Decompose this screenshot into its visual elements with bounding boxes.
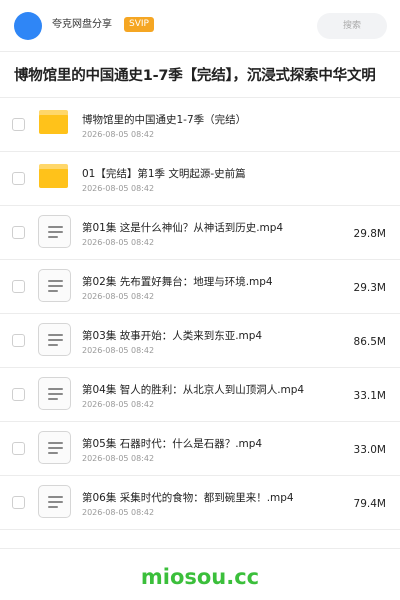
row-checkbox[interactable] [12, 226, 25, 239]
item-size: 79.4M [353, 498, 386, 510]
row-checkbox[interactable] [12, 496, 25, 509]
search-input[interactable]: 搜索 [317, 13, 387, 39]
row-checkbox[interactable] [12, 442, 25, 455]
row-checkbox[interactable] [12, 280, 25, 293]
item-size: 86.5M [353, 336, 386, 348]
row-checkbox[interactable] [12, 118, 25, 131]
item-date: 2026-08-05 08:42 [82, 238, 155, 247]
item-name: 第01集 这是什么神仙？从神话到历史.mp4 [82, 222, 284, 234]
video-file-icon [38, 215, 71, 248]
item-date: 2026-08-05 08:42 [82, 292, 155, 301]
item-date: 2026-08-05 08:42 [82, 184, 155, 193]
item-name: 第02集 先布置好舞台：地理与环境.mp4 [82, 276, 273, 288]
list-item[interactable]: 第05集 石器时代：什么是石器？.mp4 2026-08-05 08:42 33… [0, 422, 400, 476]
title-bar: 博物馆里的中国通史1-7季【完结】，沉浸式探索中华文明 [0, 52, 400, 98]
item-name: 第03集 故事开始：人类来到东亚.mp4 [82, 330, 263, 342]
list-item[interactable]: 第06集 采集时代的食物：都到碗里来！.mp4 2026-08-05 08:42… [0, 476, 400, 530]
list-item[interactable]: 01【完结】第1季 文明起源-史前篇 2026-08-05 08:42 [0, 152, 400, 206]
item-date: 2026-08-05 08:42 [82, 454, 155, 463]
item-name: 第04集 智人的胜利：从北京人到山顶洞人.mp4 [82, 384, 305, 396]
file-list: 博物馆里的中国通史1-7季（完结） 2026-08-05 08:42 01【完结… [0, 98, 400, 530]
item-size: 29.8M [353, 228, 386, 240]
item-date: 2026-08-05 08:42 [82, 508, 155, 517]
list-item[interactable]: 第02集 先布置好舞台：地理与环境.mp4 2026-08-05 08:42 2… [0, 260, 400, 314]
video-file-icon [38, 485, 71, 518]
item-size: 29.3M [353, 282, 386, 294]
list-item[interactable]: 博物馆里的中国通史1-7季（完结） 2026-08-05 08:42 [0, 98, 400, 152]
item-date: 2026-08-05 08:42 [82, 346, 155, 355]
folder-icon [39, 164, 68, 188]
svip-badge: SVIP [124, 17, 154, 32]
item-date: 2026-08-05 08:42 [82, 400, 155, 409]
footer-brand: miosou.cc [140, 565, 260, 589]
video-file-icon [38, 431, 71, 464]
item-name: 第05集 石器时代：什么是石器？.mp4 [82, 438, 263, 450]
video-file-icon [38, 269, 71, 302]
avatar[interactable] [14, 12, 42, 40]
list-item[interactable]: 第01集 这是什么神仙？从神话到历史.mp4 2026-08-05 08:42 … [0, 206, 400, 260]
list-item[interactable]: 第04集 智人的胜利：从北京人到山顶洞人.mp4 2026-08-05 08:4… [0, 368, 400, 422]
video-file-icon [38, 377, 71, 410]
item-date: 2026-08-05 08:42 [82, 130, 155, 139]
footer: miosou.cc [0, 548, 400, 600]
item-name: 第06集 采集时代的食物：都到碗里来！.mp4 [82, 492, 294, 504]
row-checkbox[interactable] [12, 172, 25, 185]
item-name: 01【完结】第1季 文明起源-史前篇 [82, 168, 246, 180]
item-size: 33.1M [353, 390, 386, 402]
item-name: 博物馆里的中国通史1-7季（完结） [82, 114, 247, 126]
item-size: 33.0M [353, 444, 386, 456]
row-checkbox[interactable] [12, 388, 25, 401]
folder-icon [39, 110, 68, 134]
site-name: 夸克网盘分享 [52, 19, 112, 30]
page-title: 博物馆里的中国通史1-7季【完结】，沉浸式探索中华文明 [14, 68, 376, 84]
row-checkbox[interactable] [12, 334, 25, 347]
app-header: 夸克网盘分享 SVIP 搜索 [0, 0, 400, 52]
list-item[interactable]: 第03集 故事开始：人类来到东亚.mp4 2026-08-05 08:42 86… [0, 314, 400, 368]
video-file-icon [38, 323, 71, 356]
